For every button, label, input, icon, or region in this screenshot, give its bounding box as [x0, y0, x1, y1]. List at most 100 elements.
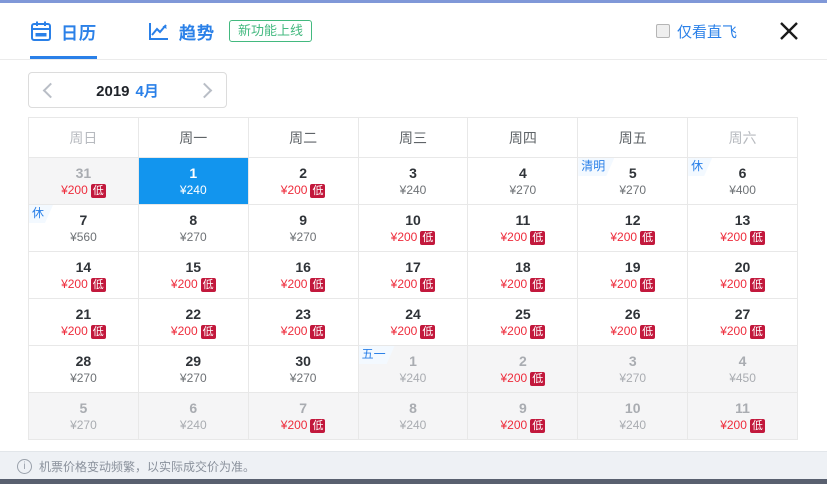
calendar-day-cell[interactable]: 4 ¥270 — [468, 158, 579, 205]
price-row: ¥270 — [510, 183, 537, 198]
calendar-day-cell[interactable]: 17 ¥200 低 — [358, 252, 469, 299]
day-number: 21 — [75, 306, 92, 322]
calendar-day-cell[interactable]: 27 ¥200 低 — [688, 299, 798, 346]
calendar-day-cell[interactable]: 5 ¥270 — [29, 393, 139, 440]
calendar-day-cell[interactable]: 6 ¥240 — [138, 393, 249, 440]
calendar-day-cell[interactable]: 9 ¥270 — [248, 205, 359, 252]
next-month-button[interactable] — [196, 82, 213, 98]
calendar-icon — [30, 20, 52, 42]
price-text: ¥200 — [280, 324, 308, 338]
calendar-day-cell[interactable]: 31 ¥200 低 — [29, 158, 139, 205]
calendar-day-cell[interactable]: 12 ¥200 低 — [578, 205, 689, 252]
price-row: ¥270 — [180, 230, 207, 245]
direct-flight-label[interactable]: 仅看直飞 — [677, 21, 737, 42]
weekday-header: 周六 — [688, 118, 798, 158]
calendar-day-cell[interactable]: 8 ¥240 — [358, 393, 469, 440]
price-text: ¥270 — [289, 230, 317, 244]
header-right-group: 仅看直飞 — [655, 19, 811, 43]
calendar-day-cell[interactable]: 19 ¥200 低 — [578, 252, 689, 299]
footer-tip-bar: i 机票价格变动频繁，以实际成交价为准。 — [0, 451, 827, 481]
tab-trend-label: 趋势 — [179, 23, 215, 43]
price-row: ¥200 低 — [501, 324, 546, 339]
calendar-day-cell[interactable]: 10 ¥200 低 — [358, 205, 469, 252]
calendar-day-cell[interactable]: 10 ¥240 — [578, 393, 689, 440]
price-row: ¥200 低 — [720, 418, 765, 433]
price-text: ¥200 — [500, 230, 528, 244]
calendar-day-cell[interactable]: 五一 1 ¥240 — [358, 346, 469, 393]
low-price-badge: 低 — [530, 371, 546, 386]
new-feature-badge: 新功能上线 — [229, 20, 313, 42]
low-price-badge: 低 — [749, 277, 765, 292]
calendar-day-cell[interactable]: 16 ¥200 低 — [248, 252, 359, 299]
calendar-day-cell[interactable]: 30 ¥270 — [248, 346, 359, 393]
weekday-header: 周一 — [138, 118, 249, 158]
prev-month-button[interactable] — [42, 82, 59, 98]
calendar-day-cell[interactable]: 8 ¥270 — [138, 205, 249, 252]
low-price-badge: 低 — [90, 277, 106, 292]
price-text: ¥200 — [280, 277, 308, 291]
calendar-day-cell[interactable]: 3 ¥270 — [578, 346, 689, 393]
calendar-day-cell[interactable]: 13 ¥200 低 — [688, 205, 798, 252]
day-number: 1 — [189, 165, 198, 181]
calendar-day-cell[interactable]: 11 ¥200 低 — [688, 393, 798, 440]
calendar-day-cell[interactable]: 15 ¥200 低 — [138, 252, 249, 299]
tab-trend[interactable]: 趋势 — [147, 3, 215, 59]
price-text: ¥270 — [70, 418, 97, 432]
calendar-day-cell[interactable]: 20 ¥200 低 — [688, 252, 798, 299]
day-number: 2 — [518, 353, 527, 369]
calendar-day-cell[interactable]: 9 ¥200 低 — [468, 393, 579, 440]
calendar-day-cell[interactable]: 21 ¥200 低 — [29, 299, 139, 346]
price-row: ¥200 低 — [501, 418, 546, 433]
price-text: ¥270 — [179, 230, 207, 244]
day-number: 16 — [295, 259, 311, 275]
low-price-badge: 低 — [640, 324, 656, 339]
calendar-day-cell[interactable]: 11 ¥200 低 — [468, 205, 579, 252]
calendar-day-cell[interactable]: 休 7 ¥560 — [29, 205, 139, 252]
price-text: ¥200 — [500, 418, 528, 432]
day-number: 6 — [189, 400, 198, 416]
day-number: 28 — [75, 353, 92, 369]
day-number: 22 — [185, 306, 202, 322]
calendar-day-cell[interactable]: 28 ¥270 — [29, 346, 139, 393]
calendar-day-cell[interactable]: 休 6 ¥400 — [688, 158, 798, 205]
calendar-day-cell[interactable]: 清明 5 ¥270 — [578, 158, 689, 205]
tab-calendar[interactable]: 日历 — [30, 3, 97, 59]
price-text: ¥200 — [720, 230, 747, 244]
calendar-day-cell[interactable]: 29 ¥270 — [138, 346, 249, 393]
calendar-day-cell[interactable]: 1 ¥240 — [138, 158, 249, 205]
price-text: ¥200 — [610, 324, 638, 338]
day-number: 3 — [628, 353, 637, 369]
day-number: 17 — [405, 259, 421, 275]
calendar-day-cell[interactable]: 2 ¥200 低 — [248, 158, 359, 205]
direct-flight-checkbox[interactable] — [655, 24, 670, 38]
day-number: 19 — [624, 259, 641, 275]
background-page-strip — [0, 479, 827, 484]
weekday-header-row: 周日 周一 周二 周三 周四 周五 周六 — [28, 117, 798, 158]
calendar-day-cell[interactable]: 4 ¥450 — [688, 346, 798, 393]
calendar-day-cell[interactable]: 2 ¥200 低 — [468, 346, 579, 393]
day-number: 23 — [295, 306, 311, 322]
calendar-day-cell[interactable]: 24 ¥200 低 — [358, 299, 469, 346]
price-row: ¥270 — [290, 230, 317, 245]
price-row: ¥200 低 — [61, 277, 106, 292]
calendar-day-cell[interactable]: 7 ¥200 低 — [248, 393, 359, 440]
calendar-day-cell[interactable]: 14 ¥200 低 — [29, 252, 139, 299]
calendar-day-cell[interactable]: 26 ¥200 低 — [578, 299, 689, 346]
calendar-day-cell[interactable]: 22 ¥200 低 — [138, 299, 249, 346]
close-icon[interactable] — [777, 19, 801, 43]
day-number: 11 — [515, 212, 531, 228]
day-number: 7 — [299, 400, 308, 416]
calendar-day-cell[interactable]: 23 ¥200 低 — [248, 299, 359, 346]
calendar-day-cell[interactable]: 25 ¥200 低 — [468, 299, 579, 346]
price-text: ¥270 — [619, 183, 647, 197]
calendar-day-cell[interactable]: 18 ¥200 低 — [468, 252, 579, 299]
day-number: 9 — [299, 212, 308, 228]
day-number: 29 — [185, 353, 202, 369]
low-price-badge: 低 — [310, 418, 326, 433]
holiday-tag: 五一 — [359, 346, 395, 364]
day-number: 12 — [624, 212, 641, 228]
calendar-day-cell[interactable]: 3 ¥240 — [358, 158, 469, 205]
price-text: ¥200 — [720, 277, 747, 291]
day-number: 10 — [624, 400, 641, 416]
weekday-header: 周二 — [248, 118, 359, 158]
